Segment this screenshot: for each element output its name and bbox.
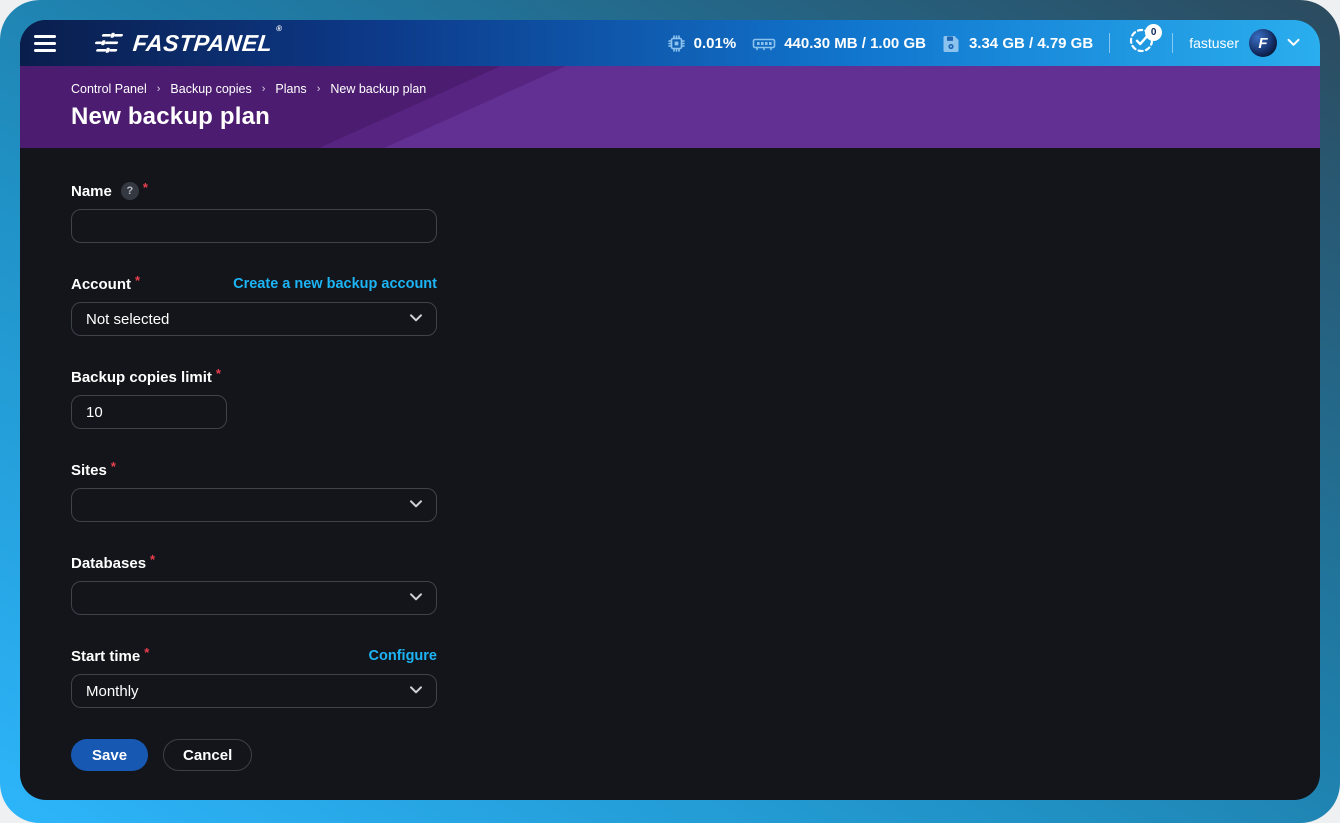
page-title: New backup plan <box>71 103 1320 131</box>
databases-field-group: Databases * <box>71 553 437 615</box>
chevron-down-icon <box>409 589 423 607</box>
limit-field-group: Backup copies limit * <box>71 367 437 429</box>
new-backup-plan-form: Name ? * Account * Create a new backup a… <box>20 148 1320 800</box>
header-divider <box>1109 33 1110 53</box>
sites-field-group: Sites * <box>71 460 437 522</box>
cpu-usage-value: 0.01% <box>694 35 737 52</box>
limit-label: Backup copies limit <box>71 369 212 386</box>
username-label: fastuser <box>1189 35 1239 51</box>
page-banner: Control Panel › Backup copies › Plans › … <box>20 66 1320 148</box>
header-status-area: 0.01% 440.30 MB / 1.00 GB <box>667 28 1300 58</box>
name-label: Name <box>71 183 112 200</box>
cpu-icon <box>667 34 686 53</box>
tasks-count-badge: 0 <box>1145 24 1162 41</box>
sites-select[interactable] <box>71 488 437 522</box>
chevron-down-icon <box>409 682 423 700</box>
breadcrumb: Control Panel › Backup copies › Plans › … <box>71 82 1320 96</box>
start-time-select[interactable]: Monthly <box>71 674 437 708</box>
account-label: Account <box>71 276 131 293</box>
chevron-down-icon <box>409 496 423 514</box>
required-asterisk: * <box>135 273 140 288</box>
breadcrumb-plans[interactable]: Plans <box>275 82 306 96</box>
chevron-down-icon <box>409 310 423 328</box>
cancel-button[interactable]: Cancel <box>163 739 252 771</box>
required-asterisk: * <box>111 459 116 474</box>
breadcrumb-separator: › <box>262 83 266 95</box>
disk-usage-value: 3.34 GB / 4.79 GB <box>969 35 1093 52</box>
help-icon[interactable]: ? <box>121 182 139 200</box>
databases-label: Databases <box>71 555 146 572</box>
save-button[interactable]: Save <box>71 739 148 771</box>
header-divider <box>1172 33 1173 53</box>
required-asterisk: * <box>150 552 155 567</box>
account-select[interactable]: Not selected <box>71 302 437 336</box>
hamburger-menu-icon[interactable] <box>34 28 66 58</box>
breadcrumb-separator: › <box>157 83 161 95</box>
breadcrumb-control-panel[interactable]: Control Panel <box>71 82 147 96</box>
backup-copies-limit-input[interactable] <box>71 395 227 429</box>
databases-select[interactable] <box>71 581 437 615</box>
breadcrumb-current: New backup plan <box>330 82 426 96</box>
account-field-group: Account * Create a new backup account No… <box>71 274 437 336</box>
user-menu[interactable]: fastuser F <box>1189 29 1300 57</box>
ram-usage-stat: 440.30 MB / 1.00 GB <box>752 34 926 53</box>
disk-icon <box>942 34 961 53</box>
disk-usage-stat: 3.34 GB / 4.79 GB <box>942 34 1093 53</box>
name-field-group: Name ? * <box>71 181 437 243</box>
equalizer-icon <box>92 30 124 56</box>
fastpanel-app: FASTPANEL® 0.01% <box>20 20 1320 800</box>
start-time-label: Start time <box>71 648 140 665</box>
start-time-field-group: Start time * Configure Monthly <box>71 646 437 708</box>
registered-mark: ® <box>276 24 283 33</box>
start-time-select-value: Monthly <box>86 683 139 700</box>
top-header: FASTPANEL® 0.01% <box>20 20 1320 66</box>
chevron-down-icon <box>1287 34 1300 52</box>
cpu-usage-stat: 0.01% <box>667 34 737 53</box>
tasks-button[interactable]: 0 <box>1126 28 1156 58</box>
breadcrumb-backup-copies[interactable]: Backup copies <box>170 82 251 96</box>
sites-label: Sites <box>71 462 107 479</box>
required-asterisk: * <box>144 645 149 660</box>
name-input[interactable] <box>71 209 437 243</box>
form-actions: Save Cancel <box>71 739 1320 771</box>
fastpanel-logo[interactable]: FASTPANEL® <box>92 30 281 57</box>
required-asterisk: * <box>143 180 148 195</box>
configure-link[interactable]: Configure <box>369 648 437 664</box>
ram-usage-value: 440.30 MB / 1.00 GB <box>784 35 926 52</box>
required-asterisk: * <box>216 366 221 381</box>
logo-text: FASTPANEL® <box>132 30 283 57</box>
account-select-value: Not selected <box>86 311 169 328</box>
user-avatar: F <box>1249 29 1277 57</box>
create-backup-account-link[interactable]: Create a new backup account <box>233 276 437 292</box>
ram-icon <box>752 34 776 53</box>
breadcrumb-separator: › <box>317 83 321 95</box>
